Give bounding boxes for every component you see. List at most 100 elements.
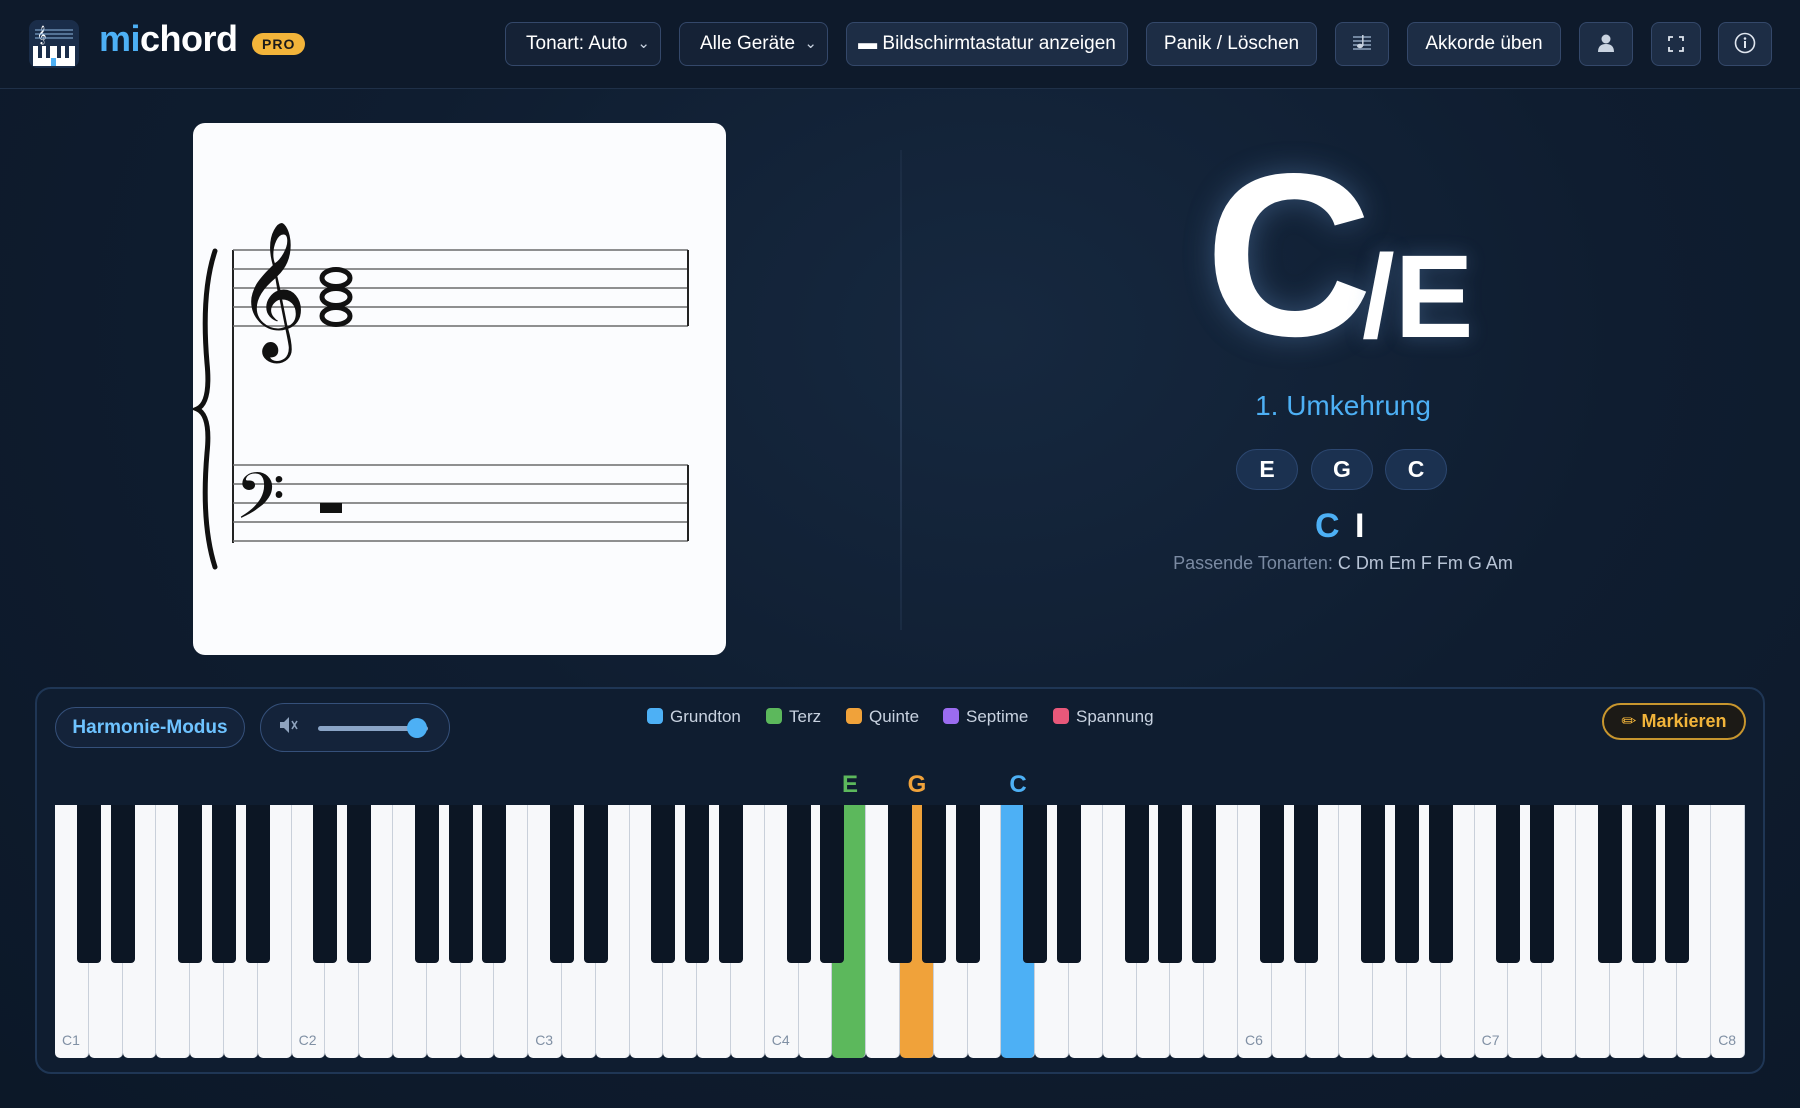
piano-black-key[interactable] [921, 805, 946, 963]
matching-keys-label: Passende Tonarten: [1173, 553, 1333, 573]
legend-label-tension: Spannung [1076, 707, 1154, 726]
piano-black-key[interactable] [685, 805, 710, 963]
sheet-music-card: 𝄞 𝄢 [190, 123, 726, 655]
chord-note-pill: G [1311, 449, 1373, 490]
piano-black-key[interactable] [1158, 805, 1183, 963]
piano-black-key[interactable] [550, 805, 574, 963]
bass-clef-icon: 𝄢 [235, 460, 285, 550]
piano-black-key[interactable] [1192, 805, 1217, 963]
piano-keyboard[interactable]: C1 C2 C3 C4 C6 C7 C8 [55, 805, 1745, 1058]
piano-black-key[interactable] [786, 805, 811, 963]
legend-swatch-seventh [943, 708, 959, 724]
piano-black-key[interactable] [1293, 805, 1318, 963]
legend-root: Grundton [647, 707, 741, 727]
legend-label-seventh: Septime [966, 707, 1029, 726]
legend-third: Terz [766, 707, 821, 727]
highlight-note-label: G [907, 771, 927, 798]
chord-notes [319, 267, 353, 327]
chevron-down-icon: ⌄ [804, 35, 817, 52]
piano-black-key[interactable] [1530, 805, 1555, 963]
legend-fifth: Quinte [846, 707, 919, 727]
legend-swatch-tension [1053, 708, 1069, 724]
app-title-chord: chord [140, 18, 238, 59]
piano-black-key[interactable] [414, 805, 439, 963]
svg-text:𝄞: 𝄞 [37, 25, 46, 45]
piano-black-key[interactable] [1057, 805, 1081, 963]
piano-black-key[interactable] [1496, 805, 1521, 963]
vertical-divider [900, 150, 902, 630]
key-select[interactable]: Tonart: Auto ⌄ [505, 22, 661, 66]
octave-label: C8 [1718, 1032, 1737, 1048]
mark-button[interactable]: ✏ Markieren [1602, 703, 1746, 740]
piano-black-key[interactable] [1665, 805, 1690, 963]
octave-label: C1 [62, 1032, 80, 1048]
piano-black-key[interactable] [719, 805, 743, 963]
key-select-label: Tonart: Auto [526, 33, 628, 54]
top-bar: 𝄞 michord PRO Tonart: Auto ⌄ Alle Geräte… [0, 0, 1800, 89]
roman-numeral: I [1355, 507, 1365, 545]
piano-black-key[interactable] [448, 805, 473, 963]
legend-swatch-fifth [846, 708, 862, 724]
harmony-mode-button[interactable]: Harmonie-Modus [55, 707, 245, 748]
volume-control[interactable] [260, 703, 450, 752]
matching-keys: Passende Tonarten: C Dm Em F Fm G Am [1100, 553, 1586, 574]
info-icon [1734, 32, 1756, 55]
key-root: C [1315, 507, 1340, 545]
piano-black-key[interactable] [212, 805, 236, 963]
screen-keyboard-toggle[interactable]: ▬ Bildschirmtastatur anzeigen [846, 22, 1128, 66]
device-select-label: Alle Geräte [700, 33, 796, 54]
speaker-icon [277, 714, 299, 742]
piano-black-key[interactable] [1124, 805, 1149, 963]
chord-note-pill: C [1385, 449, 1447, 490]
grand-staff: 𝄞 𝄢 [190, 219, 689, 570]
piano-black-key[interactable] [482, 805, 507, 963]
chord-note-pill: E [1236, 449, 1298, 490]
piano-black-key[interactable] [76, 805, 101, 963]
legend-swatch-root [647, 708, 663, 724]
piano-black-key[interactable] [1023, 805, 1048, 963]
chord-bass-note: /E [1362, 231, 1474, 363]
piano-black-key[interactable] [1395, 805, 1419, 963]
fullscreen-button[interactable] [1651, 22, 1701, 66]
octave-label: C6 [1245, 1032, 1263, 1048]
info-button[interactable] [1718, 22, 1772, 66]
piano-black-key[interactable] [955, 805, 980, 963]
volume-slider-thumb[interactable] [407, 718, 427, 738]
pro-badge: PRO [252, 33, 306, 55]
legend-tension: Spannung [1053, 707, 1154, 727]
chord-root-name: C [1205, 126, 1373, 385]
app-title-mi: mi [99, 18, 141, 59]
piano-black-key[interactable] [1259, 805, 1284, 963]
piano-black-key[interactable] [1631, 805, 1656, 963]
piano-black-key[interactable] [651, 805, 676, 963]
piano-black-key[interactable] [888, 805, 912, 963]
piano-black-key[interactable] [1428, 805, 1453, 963]
user-button[interactable] [1579, 22, 1633, 66]
octave-label: C2 [298, 1032, 317, 1048]
chevron-down-icon: ⌄ [637, 35, 650, 52]
sheet-music-button[interactable] [1335, 22, 1389, 66]
piano-black-key[interactable] [1597, 805, 1622, 963]
piano-black-key[interactable] [313, 805, 338, 963]
piano-black-key[interactable] [245, 805, 270, 963]
practice-chords-button[interactable]: Akkorde üben [1407, 22, 1561, 66]
fullscreen-icon [1668, 33, 1684, 55]
piano-black-key[interactable] [110, 805, 135, 963]
piano-black-key[interactable] [347, 805, 372, 963]
piano-black-key[interactable] [820, 805, 845, 963]
highlight-note-label: C [1009, 771, 1027, 798]
piano-white-key[interactable]: C8 [1711, 805, 1745, 1058]
legend-label-third: Terz [789, 707, 822, 726]
legend-label-root: Grundton [670, 707, 741, 726]
device-select[interactable]: Alle Geräte ⌄ [679, 22, 828, 66]
octave-label: C4 [771, 1032, 790, 1048]
piano-black-key[interactable] [178, 805, 203, 963]
legend-swatch-third [766, 708, 782, 724]
sheet-music-icon [1351, 33, 1373, 55]
legend-label-fifth: Quinte [869, 707, 920, 726]
piano-black-key[interactable] [1361, 805, 1386, 963]
chord-inversion: 1. Umkehrung [1255, 390, 1431, 421]
treble-clef-icon: 𝄞 [237, 219, 307, 363]
panic-clear-button[interactable]: Panik / Löschen [1146, 22, 1317, 66]
piano-black-key[interactable] [583, 805, 608, 963]
